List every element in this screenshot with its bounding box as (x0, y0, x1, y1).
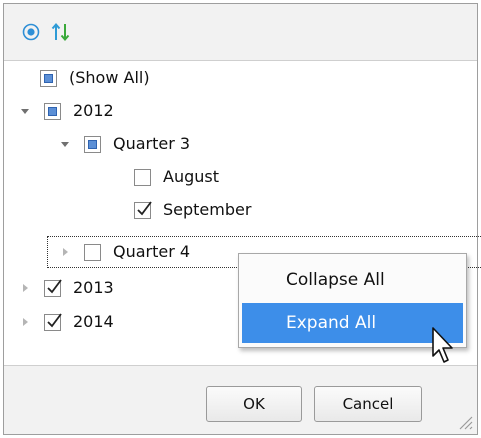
filter-toolbar (4, 4, 477, 61)
check-mark-icon (47, 278, 62, 293)
quarter-4-checkbox[interactable] (84, 243, 101, 261)
resize-grip-icon[interactable] (455, 412, 473, 430)
tree-item-august[interactable]: August (134, 162, 219, 192)
sort-arrows-icon[interactable] (50, 21, 72, 43)
quarter-3-label: Quarter 3 (113, 134, 191, 153)
year-2013-label: 2013 (73, 278, 114, 297)
expand-arrow-icon[interactable] (18, 315, 32, 329)
cancel-button[interactable]: Cancel (314, 386, 422, 422)
year-2012-checkbox[interactable] (44, 102, 61, 120)
year-2013-checkbox[interactable] (44, 278, 62, 297)
tree-item-2012[interactable]: 2012 (18, 96, 114, 126)
mouse-pointer-icon (426, 322, 462, 366)
august-checkbox[interactable] (134, 168, 151, 186)
show-all-label: (Show All) (69, 68, 150, 87)
collapse-arrow-icon[interactable] (58, 137, 72, 151)
quarter-3-checkbox[interactable] (84, 135, 101, 153)
filter-popup: (Show All) 2012 Quarter 3 August Septemb… (3, 3, 481, 435)
filter-footer: OK Cancel (4, 365, 477, 434)
expand-arrow-icon[interactable] (18, 281, 32, 295)
year-2014-label: 2014 (73, 312, 114, 331)
september-label: September (163, 200, 252, 219)
september-checkbox[interactable] (134, 200, 152, 219)
quarter-4-label: Quarter 4 (113, 242, 191, 261)
year-2014-checkbox[interactable] (44, 312, 62, 331)
check-mark-icon (137, 200, 152, 215)
tree-item-2014[interactable]: 2014 (18, 307, 114, 337)
expand-arrow-icon[interactable] (58, 245, 72, 259)
august-label: August (163, 167, 219, 186)
ok-button[interactable]: OK (206, 386, 302, 422)
collapse-arrow-icon[interactable] (18, 104, 32, 118)
menu-item-collapse-all[interactable]: Collapse All (242, 260, 463, 300)
tree-item-quarter-3[interactable]: Quarter 3 (58, 129, 190, 159)
show-all-checkbox[interactable] (40, 69, 57, 87)
tree-item-september[interactable]: September (134, 195, 251, 225)
year-2012-label: 2012 (73, 101, 114, 120)
tree-item-2013[interactable]: 2013 (18, 273, 114, 303)
tree-item-show-all[interactable]: (Show All) (40, 63, 150, 93)
radio-target-icon[interactable] (20, 21, 42, 43)
check-mark-icon (47, 312, 62, 327)
